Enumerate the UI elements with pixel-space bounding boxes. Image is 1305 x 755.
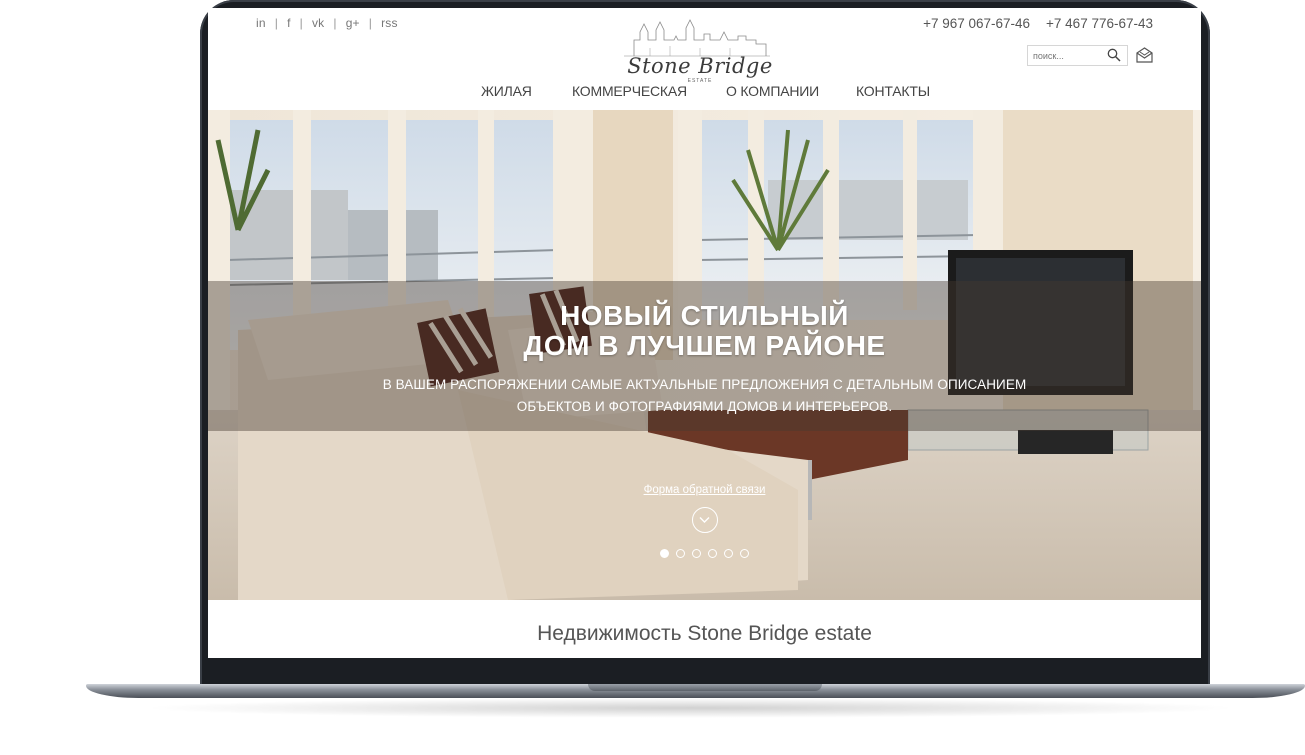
slider-dot-2[interactable] bbox=[676, 549, 685, 558]
search-input[interactable] bbox=[1033, 49, 1103, 63]
hero-subtitle-line2: ОБЪЕКТОВ И ФОТОГРАФИЯМИ ДОМОВ И ИНТЕРЬЕР… bbox=[516, 399, 893, 414]
logo-name: Stone Bridge bbox=[627, 54, 773, 78]
slider-dot-1[interactable] bbox=[660, 549, 669, 558]
phone-1[interactable]: +7 967 067-67-46 bbox=[923, 16, 1030, 31]
chevron-down-icon bbox=[699, 517, 710, 523]
hero-subtitle-line1: В ВАШЕМ РАСПОРЯЖЕНИИ САМЫЕ АКТУАЛЬНЫЕ ПР… bbox=[382, 377, 1027, 392]
hero-title-line1: НОВЫЙ СТИЛЬНЫЙ bbox=[560, 300, 849, 331]
nav-item-commercial[interactable]: КОММЕРЧЕСКАЯ bbox=[572, 83, 687, 99]
slider-dot-3[interactable] bbox=[692, 549, 701, 558]
slider-pagination bbox=[660, 549, 749, 558]
laptop-screen: in | f | vk | g+ | rss +7 967 067-67-46 … bbox=[208, 8, 1201, 658]
scroll-down-button[interactable] bbox=[692, 507, 718, 533]
mail-icon[interactable] bbox=[1136, 47, 1153, 68]
slider-dot-5[interactable] bbox=[724, 549, 733, 558]
social-link-facebook[interactable]: f bbox=[287, 16, 291, 30]
social-links: in | f | vk | g+ | rss bbox=[256, 16, 398, 30]
hero-slider: НОВЫЙ СТИЛЬНЫЙ ДОМ В ЛУЧШЕМ РАЙОНЕ В ВАШ… bbox=[208, 110, 1201, 600]
hero-title-line2: ДОМ В ЛУЧШЕМ РАЙОНЕ bbox=[523, 330, 886, 361]
separator: | bbox=[299, 16, 303, 30]
hero-subtitle: В ВАШЕМ РАСПОРЯЖЕНИИ САМЫЕ АКТУАЛЬНЫЕ ПР… bbox=[208, 374, 1201, 418]
laptop-shadow bbox=[140, 698, 1240, 718]
separator: | bbox=[274, 16, 279, 30]
search-icon[interactable] bbox=[1107, 48, 1121, 67]
nav-item-residential[interactable]: ЖИЛАЯ bbox=[481, 83, 532, 99]
main-nav: ЖИЛАЯ КОММЕРЧЕСКАЯ О КОМПАНИИ КОНТАКТЫ bbox=[208, 83, 1201, 105]
feedback-form-link-wrap: Форма обратной связи bbox=[208, 484, 1201, 496]
separator: | bbox=[333, 16, 337, 30]
laptop-notch bbox=[588, 684, 822, 691]
slider-dot-6[interactable] bbox=[740, 549, 749, 558]
social-link-gplus[interactable]: g+ bbox=[346, 16, 360, 30]
slider-dot-4[interactable] bbox=[708, 549, 717, 558]
phone-numbers: +7 967 067-67-46 +7 467 776-67-43 bbox=[923, 16, 1153, 31]
social-link-rss[interactable]: rss bbox=[381, 16, 398, 30]
logo-castle-icon bbox=[624, 19, 770, 57]
nav-item-about[interactable]: О КОМПАНИИ bbox=[726, 83, 819, 99]
section-title: Недвижимость Stone Bridge estate bbox=[537, 622, 872, 645]
separator: | bbox=[368, 16, 373, 30]
search-box bbox=[1027, 45, 1128, 66]
nav-item-contacts[interactable]: КОНТАКТЫ bbox=[856, 83, 930, 99]
social-link-vk[interactable]: vk bbox=[312, 16, 324, 30]
feedback-form-link[interactable]: Форма обратной связи bbox=[644, 484, 766, 496]
hero-title: НОВЫЙ СТИЛЬНЫЙ ДОМ В ЛУЧШЕМ РАЙОНЕ bbox=[208, 301, 1201, 361]
phone-2[interactable]: +7 467 776-67-43 bbox=[1046, 16, 1153, 31]
logo[interactable]: Stone Bridge ESTATE bbox=[620, 18, 780, 84]
social-link-in[interactable]: in bbox=[256, 16, 266, 30]
